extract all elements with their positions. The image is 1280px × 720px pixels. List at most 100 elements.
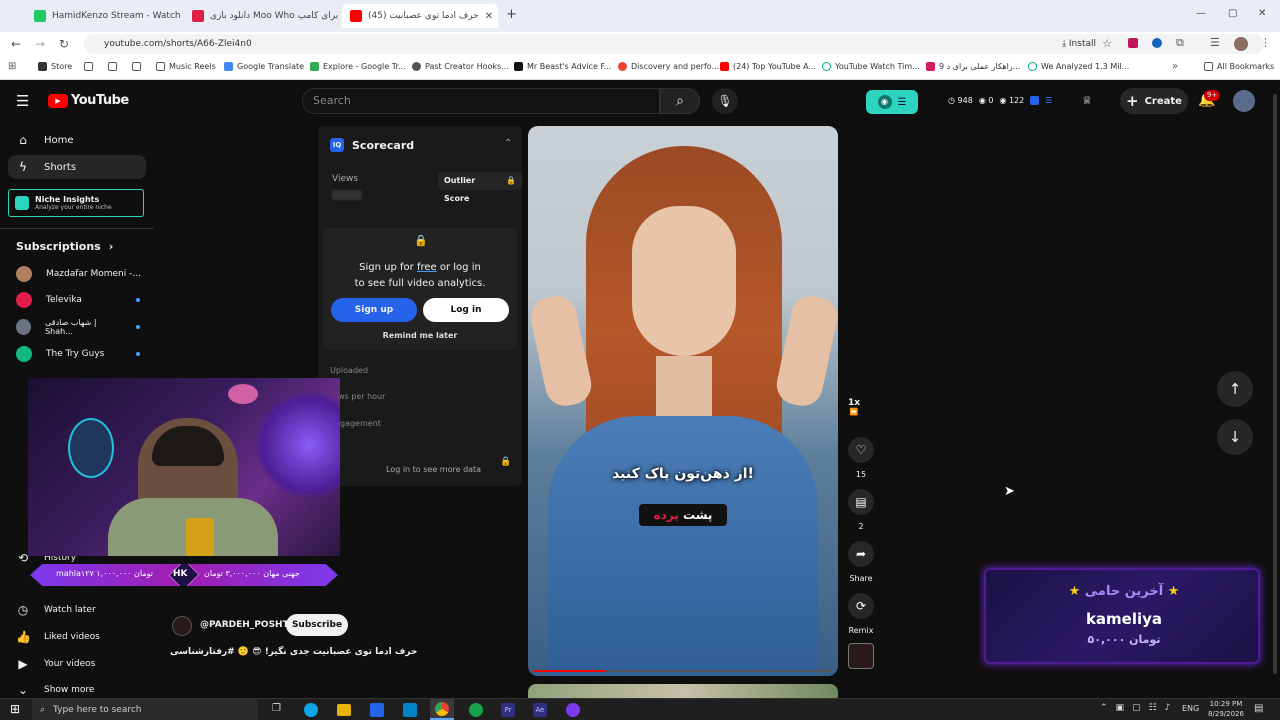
bookmark-item[interactable]: YouTube Watch Tim... <box>822 62 920 71</box>
microphone-icon[interactable]: 🎙 <box>712 88 738 114</box>
task-view-icon[interactable]: ❐ <box>272 703 281 714</box>
login-more-link[interactable]: Log in to see more data <box>386 465 481 474</box>
next-short-button[interactable]: ↓ <box>1217 419 1253 455</box>
file-explorer-icon[interactable] <box>337 704 351 716</box>
notifications-icon[interactable]: ▤ <box>1254 703 1263 714</box>
next-short-preview[interactable] <box>528 684 838 698</box>
app-icon[interactable] <box>469 703 483 717</box>
outlier-score-badge[interactable]: Outlier Score 🔒 <box>438 172 522 203</box>
maximize-button[interactable]: ▢ <box>1228 8 1237 19</box>
sidebar-item-home[interactable]: ⌂ Home <box>8 128 146 152</box>
mail-icon[interactable] <box>403 703 417 717</box>
browser-tab-3[interactable]: (45) حرف ادما توی عصبانیت ✕ <box>342 4 498 28</box>
bookmark-item[interactable]: (24) Top YouTube A... <box>720 62 816 71</box>
scrollbar-thumb[interactable] <box>1273 94 1277 674</box>
taskbar-search[interactable]: ⌕ Type here to search <box>32 699 258 720</box>
bookmark-folder[interactable] <box>108 62 117 71</box>
back-icon[interactable]: ← <box>8 36 24 52</box>
bookmark-star-icon[interactable]: ☆ <box>1102 34 1112 54</box>
browser-tab-2[interactable]: دانلود بازی Moo Who برای کامپ ✕ <box>184 4 338 28</box>
previous-short-button[interactable]: ↑ <box>1217 371 1253 407</box>
after-effects-icon[interactable]: Ae <box>533 703 547 717</box>
network-icon[interactable]: ☷ <box>1149 703 1157 713</box>
more-bookmarks-icon[interactable]: » <box>1172 61 1178 72</box>
install-button[interactable]: ⤓ Install <box>1062 34 1096 54</box>
speed-button[interactable]: 1x ⏩ <box>848 398 860 416</box>
sound-thumbnail[interactable] <box>848 643 874 669</box>
login-button[interactable]: Log in <box>423 298 509 322</box>
subscription-item[interactable]: The Try Guys <box>8 342 146 366</box>
bookmark-item[interactable]: Discovery and perfo... <box>618 62 719 71</box>
bookmark-folder[interactable] <box>132 62 141 71</box>
subscription-item[interactable]: Televika <box>8 288 146 312</box>
all-bookmarks[interactable]: All Bookmarks <box>1204 62 1274 71</box>
share-button[interactable]: ➦ <box>848 541 874 567</box>
edge-icon[interactable] <box>304 703 318 717</box>
niche-insights-banner[interactable]: Niche Insights Analyze your entire niche <box>8 189 144 217</box>
bookmark-item[interactable]: Past Creator Hooks... <box>412 62 509 71</box>
video-progress-track[interactable] <box>534 670 832 672</box>
sidebar-item-watch-later[interactable]: ◷ Watch later <box>8 598 146 622</box>
url-input[interactable]: youtube.com/shorts/A66-Zlei4n0 ⤓ Install… <box>84 34 1264 54</box>
media-icon[interactable]: ☰ <box>1210 36 1220 49</box>
subscription-item[interactable]: شهاب صادقی | Shah... <box>8 315 146 339</box>
bookmark-item[interactable]: Store <box>38 62 72 71</box>
new-tab-button[interactable]: + <box>506 7 517 22</box>
bookmark-item[interactable]: Mr Beast's Advice F... <box>514 62 611 71</box>
create-button[interactable]: + Create <box>1120 88 1188 114</box>
bookmark-folder[interactable] <box>84 62 93 71</box>
trophy-icon[interactable]: ♕ <box>1082 94 1092 107</box>
premiere-icon[interactable]: Pr <box>501 703 515 717</box>
close-tab-icon[interactable]: ✕ <box>485 11 493 22</box>
volume-icon[interactable]: ♪ <box>1165 703 1171 713</box>
signup-button[interactable]: Sign up <box>331 298 417 322</box>
filter-icon[interactable]: ☰ <box>1045 96 1052 105</box>
forward-icon[interactable]: → <box>32 36 48 52</box>
extension-button[interactable]: ◉ ☰ <box>866 90 918 114</box>
collapse-icon[interactable]: ⌃ <box>504 138 512 149</box>
subscriptions-header[interactable]: Subscriptions › <box>16 240 113 253</box>
store-icon[interactable] <box>370 703 384 717</box>
windows-start-icon[interactable]: ⊞ <box>10 702 20 716</box>
sidebar-item-your-videos[interactable]: ▶ Your videos <box>8 652 146 676</box>
chevron-up-icon[interactable]: ⌃ <box>1100 703 1108 713</box>
extensions-icon[interactable]: ⧉ <box>1176 36 1184 50</box>
search-icon[interactable]: ⌕ <box>660 88 700 114</box>
menu-icon[interactable]: ⋮ <box>1260 36 1271 49</box>
avatar[interactable] <box>1233 90 1255 112</box>
sidebar-item-shorts[interactable]: ϟ Shorts <box>8 155 146 179</box>
remix-button[interactable]: ⟳ <box>848 593 874 619</box>
extension-icon[interactable] <box>1152 38 1162 48</box>
clock[interactable]: 10:29 PM 8/29/2026 <box>1206 699 1246 719</box>
chrome-taskbar-button[interactable] <box>430 699 454 720</box>
reload-icon[interactable]: ↻ <box>56 36 72 52</box>
channel-avatar[interactable] <box>172 616 192 636</box>
bookmark-item[interactable]: Music Reels <box>156 62 216 71</box>
comment-button[interactable]: ▤ <box>848 489 874 515</box>
bookmark-item[interactable]: We Analyzed 1.3 Mil... <box>1028 62 1129 71</box>
tray-icon[interactable]: ▣ <box>1116 703 1125 713</box>
subscribe-button[interactable]: Subscribe <box>286 614 348 636</box>
bookmark-item[interactable]: 9 راهکار عملی برای د... <box>926 62 1020 71</box>
close-window-button[interactable]: ✕ <box>1258 8 1266 19</box>
bookmark-item[interactable]: Google Translate <box>224 62 304 71</box>
app-icon[interactable] <box>566 703 580 717</box>
like-button[interactable]: ♡ <box>848 437 874 463</box>
subscription-item[interactable]: Mazdafar Momeni -... <box>8 262 146 286</box>
bookmark-item[interactable]: Explore - Google Tr... <box>310 62 406 71</box>
hamburger-icon[interactable]: ☰ <box>16 92 29 110</box>
apps-icon[interactable]: ⊞ <box>8 61 16 72</box>
short-video-player[interactable]: از ذهن‌تون پاک کنید! پشت پرده <box>528 126 838 676</box>
browser-tab-1[interactable]: HamidKenzo Stream - Watch L ✕ <box>26 4 180 28</box>
extension-icon[interactable] <box>1128 38 1138 48</box>
remind-later-link[interactable]: Remind me later <box>322 331 518 340</box>
minimize-button[interactable]: — <box>1196 8 1206 19</box>
search-input[interactable]: Search <box>302 88 660 114</box>
scrollbar[interactable] <box>1270 82 1280 698</box>
language-indicator[interactable]: ENG <box>1182 704 1199 713</box>
extension-icon[interactable] <box>1030 96 1040 105</box>
sidebar-item-liked[interactable]: 👍 Liked videos <box>8 625 146 649</box>
channel-handle[interactable]: @PARDEH_POSHTI <box>200 620 292 630</box>
profile-avatar[interactable] <box>1234 37 1248 51</box>
tray-icon[interactable]: ▢ <box>1132 703 1141 713</box>
